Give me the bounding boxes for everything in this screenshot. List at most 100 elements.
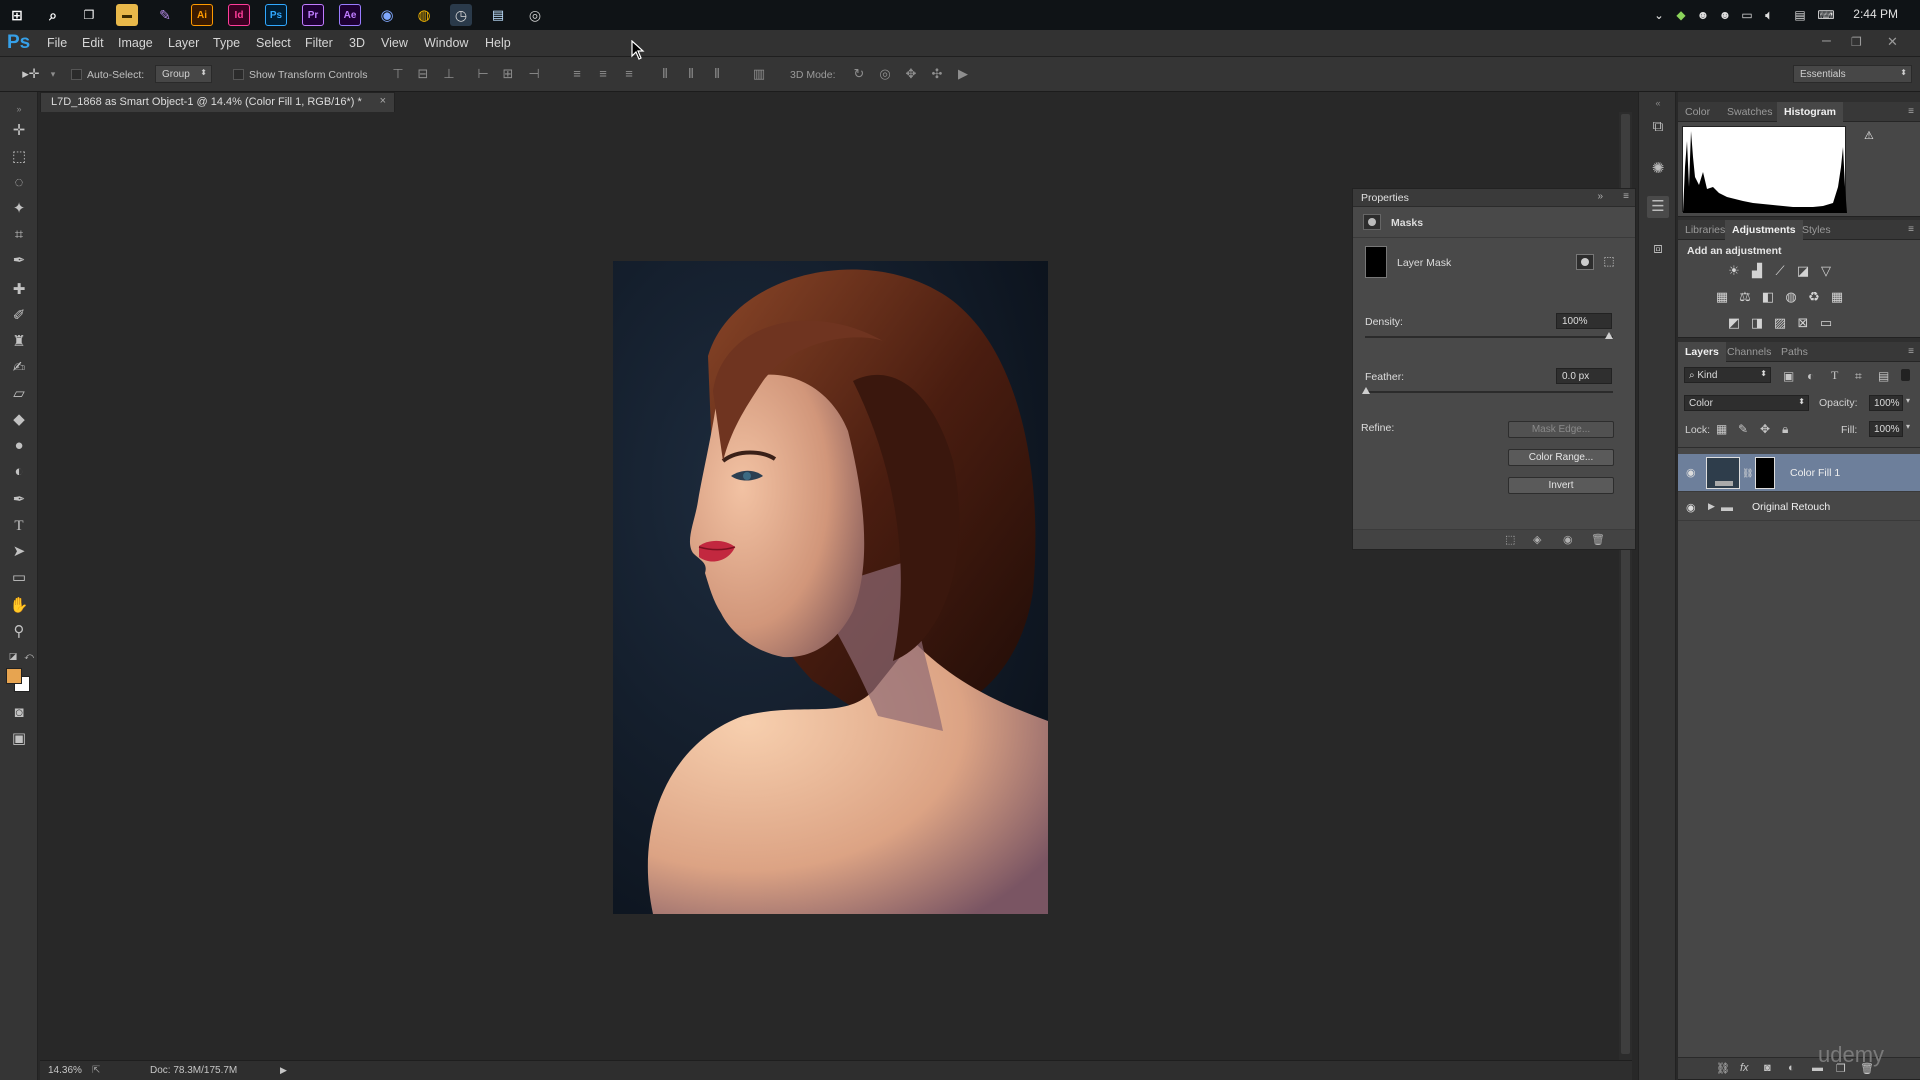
healing-brush-tool-icon[interactable]: ✚ <box>8 279 30 301</box>
lock-position-icon[interactable]: ✥ <box>1760 422 1770 436</box>
blend-mode-dropdown[interactable]: Color ⬍ <box>1684 395 1809 411</box>
visibility-icon[interactable]: ◉ <box>1563 533 1573 546</box>
tab-channels[interactable]: Channels <box>1720 342 1778 362</box>
align-top-icon[interactable]: ⊤ <box>389 65 407 83</box>
filter-type-icon[interactable]: T <box>1831 368 1838 383</box>
load-selection-icon[interactable]: ⬚ <box>1505 533 1515 546</box>
type-tool-icon[interactable]: T <box>8 515 30 537</box>
history-brush-tool-icon[interactable]: ✍ <box>8 357 30 379</box>
tray-face-icon[interactable]: ☻ <box>1692 4 1714 26</box>
menu-view[interactable]: View <box>381 36 408 50</box>
layer-mask-thumbnail[interactable] <box>1365 246 1387 278</box>
rectangle-tool-icon[interactable]: ▭ <box>8 567 30 589</box>
add-mask-icon[interactable]: ◙ <box>1764 1062 1771 1074</box>
pen-tool-icon[interactable]: ✒ <box>8 489 30 511</box>
tab-adjustments[interactable]: Adjustments <box>1725 220 1803 240</box>
after-effects-icon[interactable]: Ae <box>339 4 361 26</box>
kind-filter-dropdown[interactable]: ⌕ Kind ⬍ <box>1684 367 1771 383</box>
curves-icon[interactable]: ⟋ <box>1771 263 1789 279</box>
link-layers-icon[interactable]: ⛓ <box>1716 1062 1730 1075</box>
warning-icon[interactable]: ⚠ <box>1864 129 1874 142</box>
3d-drag-icon[interactable]: ✥ <box>902 65 920 83</box>
notes-app-icon[interactable]: ▤ <box>487 4 509 26</box>
tab-paths[interactable]: Paths <box>1774 342 1815 362</box>
dodge-tool-icon[interactable]: ◐ <box>8 461 30 483</box>
restore-icon[interactable]: ❐ <box>1851 35 1862 49</box>
zoom-level[interactable]: 14.36% <box>48 1065 82 1076</box>
3d-rotate-icon[interactable]: ↻ <box>850 65 868 83</box>
menu-image[interactable]: Image <box>118 36 153 50</box>
photo-filter-icon[interactable]: ◍ <box>1782 289 1800 305</box>
pen-app-icon[interactable]: ✎ <box>154 4 176 26</box>
tray-app-icon[interactable]: ◆ <box>1670 4 1692 26</box>
filter-toggle[interactable] <box>1901 369 1910 381</box>
menu-select[interactable]: Select <box>256 36 291 50</box>
eraser-tool-icon[interactable]: ▱ <box>8 383 30 405</box>
align-hcenter-icon[interactable]: ⊞ <box>499 65 517 83</box>
dock-collapse-icon[interactable]: « <box>1647 92 1669 114</box>
3d-slide-icon[interactable]: ✣ <box>928 65 946 83</box>
marquee-tool-icon[interactable]: ⬚ <box>8 146 30 168</box>
brush-settings-icon[interactable]: ✺ <box>1647 158 1669 180</box>
lock-image-icon[interactable]: ✎ <box>1738 422 1748 436</box>
channel-mixer-icon[interactable]: ♻ <box>1805 289 1823 305</box>
invert-button[interactable]: Invert <box>1508 477 1614 494</box>
document-tab[interactable]: L7D_1868 as Smart Object-1 @ 14.4% (Colo… <box>40 92 395 112</box>
properties-header[interactable]: Properties » ≡ <box>1353 189 1635 207</box>
photoshop-taskbar-icon[interactable]: Ps <box>265 4 287 26</box>
layer-name[interactable]: Color Fill 1 <box>1790 467 1840 479</box>
feather-slider-thumb[interactable] <box>1362 387 1370 394</box>
chevron-down-icon[interactable]: ⌄ <box>1648 4 1670 26</box>
layer-row-color-fill[interactable]: ◉ ⛓ Color Fill 1 <box>1678 454 1920 492</box>
levels-icon[interactable]: ▟ <box>1748 263 1766 279</box>
panel-menu-icon[interactable]: ≡ <box>1623 191 1629 202</box>
hue-saturation-icon[interactable]: ▦ <box>1713 289 1731 305</box>
workspace-dropdown[interactable]: Essentials ⬍ <box>1793 65 1912 83</box>
align-bottom-icon[interactable]: ⊥ <box>440 65 458 83</box>
distribute-left-icon[interactable]: ⦀ <box>656 65 674 83</box>
clone-stamp-tool-icon[interactable]: ♜ <box>8 331 30 353</box>
visibility-eye-icon[interactable]: ◉ <box>1686 501 1696 514</box>
filter-shape-icon[interactable]: ⌗ <box>1855 369 1862 384</box>
density-slider[interactable] <box>1365 336 1613 338</box>
crop-tool-icon[interactable]: ⌗ <box>8 224 30 246</box>
foreground-color-swatch[interactable] <box>6 668 22 684</box>
opacity-dropdown-icon[interactable]: ▾ <box>1906 396 1910 405</box>
chain-link-icon[interactable]: ⛓ <box>1742 468 1753 479</box>
path-selection-tool-icon[interactable]: ➤ <box>8 541 30 563</box>
lock-all-icon[interactable]: 🔒︎ <box>1782 422 1788 437</box>
expand-group-icon[interactable]: ▶ <box>1708 501 1715 512</box>
status-menu-arrow-icon[interactable]: ▶ <box>280 1065 287 1076</box>
color-fill-thumbnail[interactable] <box>1706 457 1740 489</box>
notification-icon[interactable]: ▤ <box>1789 4 1811 26</box>
density-field[interactable]: 100% <box>1556 313 1612 329</box>
black-white-icon[interactable]: ◧ <box>1759 289 1777 305</box>
posterize-icon[interactable]: ◨ <box>1748 315 1766 331</box>
premiere-icon[interactable]: Pr <box>302 4 324 26</box>
distribute-hcenter-icon[interactable]: ⦀ <box>682 65 700 83</box>
volume-icon[interactable]: 🔈︎ <box>1758 4 1780 26</box>
quick-mask-icon[interactable]: ◙ <box>8 702 30 724</box>
toolbar-collapse-icon[interactable]: » <box>8 98 30 120</box>
layer-mask-thumb[interactable] <box>1755 457 1775 489</box>
distribute-vcenter-icon[interactable]: ≡ <box>594 65 612 83</box>
color-lookup-icon[interactable]: ▦ <box>1828 289 1846 305</box>
clock-app-icon[interactable]: ◷ <box>450 4 472 26</box>
new-adjustment-icon[interactable]: ◐ <box>1788 1062 1795 1074</box>
task-view-icon[interactable]: ❐ <box>78 4 100 26</box>
hand-tool-icon[interactable]: ✋ <box>8 595 30 617</box>
windows-start-icon[interactable]: ⊞ <box>6 4 28 26</box>
apply-mask-icon[interactable]: ◈ <box>1533 533 1541 546</box>
select-pixel-mask-icon[interactable] <box>1576 254 1594 270</box>
color-range-button[interactable]: Color Range... <box>1508 449 1614 466</box>
menu-window[interactable]: Window <box>424 36 468 50</box>
add-vector-mask-icon[interactable]: ⬚ <box>1600 254 1618 270</box>
fill-dropdown-icon[interactable]: ▾ <box>1906 422 1910 431</box>
color-balance-icon[interactable]: ⚖ <box>1736 289 1754 305</box>
selective-color-icon[interactable]: ⊠ <box>1794 315 1812 331</box>
show-transform-checkbox[interactable] <box>233 69 244 80</box>
indesign-icon[interactable]: Id <box>228 4 250 26</box>
chrome-icon[interactable]: ◍ <box>413 4 435 26</box>
swap-colors-icon[interactable]: ⤺ <box>18 645 40 667</box>
file-explorer-icon[interactable]: ▬ <box>116 4 138 26</box>
